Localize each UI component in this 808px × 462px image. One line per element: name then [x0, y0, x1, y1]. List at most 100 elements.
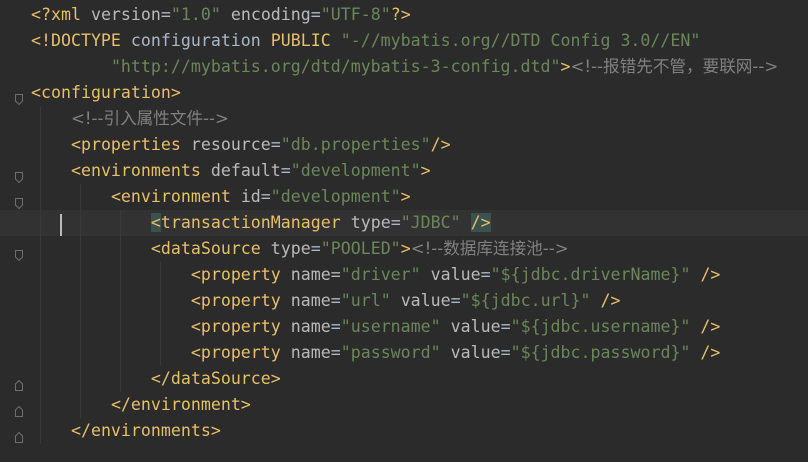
- code-line[interactable]: <properties resource="db.properties"/>: [0, 132, 808, 158]
- code-line[interactable]: </environment>: [0, 392, 808, 418]
- code-token: name: [290, 265, 331, 284]
- code-text[interactable]: <dataSource type="POOLED"><!--数据库连接池-->: [31, 236, 569, 262]
- code-text[interactable]: <environments default="development">: [31, 158, 431, 184]
- code-token: ?>: [390, 5, 411, 24]
- code-text[interactable]: "http://mybatis.org/dtd/mybatis-3-config…: [31, 54, 778, 80]
- code-token: >: [400, 187, 411, 206]
- code-line[interactable]: <property name="username" value="${jdbc.…: [0, 314, 808, 340]
- code-token: "development": [290, 161, 421, 180]
- code-line[interactable]: <!--引入属性文件-->: [0, 106, 808, 132]
- code-line[interactable]: <property name="driver" value="${jdbc.dr…: [0, 262, 808, 288]
- code-line[interactable]: <!DOCTYPE configuration PUBLIC "-//mybat…: [0, 28, 808, 54]
- code-token: "db.properties": [280, 135, 431, 154]
- code-token: >: [400, 239, 411, 258]
- code-token: version: [90, 5, 161, 24]
- code-line[interactable]: <property name="url" value="${jdbc.url}"…: [0, 288, 808, 314]
- indent-guide: [160, 262, 161, 366]
- code-text[interactable]: <property name="driver" value="${jdbc.dr…: [31, 262, 721, 288]
- fold-open-icon[interactable]: [15, 191, 23, 210]
- code-token: configuration: [130, 31, 271, 50]
- code-token: <!--数据库连接池-->: [410, 239, 569, 258]
- code-token: id: [240, 187, 261, 206]
- code-line[interactable]: [0, 444, 808, 462]
- code-token: <!--引入属性文件-->: [70, 109, 229, 128]
- code-line[interactable]: <transactionManager type="JDBC" />: [0, 210, 808, 236]
- code-token: "${jdbc.username}": [510, 317, 691, 336]
- code-text[interactable]: <!DOCTYPE configuration PUBLIC "-//mybat…: [31, 28, 700, 54]
- code-token: PUBLIC: [270, 31, 341, 50]
- indent-guide: [80, 184, 81, 418]
- code-token: resource: [190, 135, 271, 154]
- fold-open-icon[interactable]: [15, 165, 23, 184]
- code-token: />: [470, 213, 491, 232]
- code-token: =: [500, 343, 511, 362]
- fold-open-icon[interactable]: [15, 243, 23, 262]
- code-line[interactable]: <configuration>: [0, 80, 808, 106]
- code-token: "development": [270, 187, 401, 206]
- code-text[interactable]: </environments>: [31, 418, 221, 444]
- code-line[interactable]: <environment id="development">: [0, 184, 808, 210]
- code-token: =: [330, 343, 341, 362]
- code-line[interactable]: <?xml version="1.0" encoding="UTF-8"?>: [0, 2, 808, 28]
- fold-end-icon[interactable]: [15, 425, 23, 443]
- code-line[interactable]: <dataSource type="POOLED"><!--数据库连接池-->: [0, 236, 808, 262]
- code-text[interactable]: </dataSource>: [31, 366, 281, 392]
- code-token: <!DOCTYPE: [31, 31, 131, 50]
- code-text[interactable]: <properties resource="db.properties"/>: [31, 132, 451, 158]
- code-line[interactable]: <property name="password" value="${jdbc.…: [0, 340, 808, 366]
- code-token: <!--报错先不管，要联网-->: [570, 57, 779, 76]
- code-token: =: [160, 5, 171, 24]
- code-token: "1.0": [170, 5, 221, 24]
- fold-end-icon[interactable]: [15, 373, 23, 391]
- fold-end-icon[interactable]: [15, 399, 23, 417]
- code-token: name: [290, 317, 331, 336]
- code-text[interactable]: <?xml version="1.0" encoding="UTF-8"?>: [31, 2, 411, 28]
- code-token: >: [420, 161, 431, 180]
- code-token: <: [150, 213, 161, 232]
- indent-guide: [120, 210, 121, 392]
- code-token: value: [450, 343, 501, 362]
- code-text[interactable]: <configuration>: [31, 80, 181, 106]
- code-token: value: [430, 265, 481, 284]
- code-line[interactable]: </environments>: [0, 418, 808, 444]
- code-line[interactable]: "http://mybatis.org/dtd/mybatis-3-config…: [0, 54, 808, 80]
- code-token: <environment: [110, 187, 241, 206]
- code-text[interactable]: <!--引入属性文件-->: [31, 106, 229, 132]
- code-token: =: [330, 317, 341, 336]
- code-text[interactable]: <property name="username" value="${jdbc.…: [31, 314, 721, 340]
- code-line[interactable]: <environments default="development">: [0, 158, 808, 184]
- code-token: "http://mybatis.org/dtd/mybatis-3-config…: [110, 57, 561, 76]
- code-text[interactable]: <property name="password" value="${jdbc.…: [31, 340, 721, 366]
- code-token: "${jdbc.driverName}": [490, 265, 691, 284]
- text-caret: [60, 214, 62, 236]
- code-token: =: [330, 265, 341, 284]
- code-text[interactable]: <environment id="development">: [31, 184, 411, 210]
- code-token: >: [560, 57, 571, 76]
- code-text[interactable]: <transactionManager type="JDBC" />: [31, 210, 491, 236]
- code-line[interactable]: </dataSource>: [0, 366, 808, 392]
- code-token: <environments: [70, 161, 211, 180]
- fold-open-icon[interactable]: [15, 87, 23, 106]
- code-token: =: [390, 213, 401, 232]
- code-token: />: [600, 291, 621, 310]
- code-token: />: [700, 265, 721, 284]
- code-token: "JDBC": [400, 213, 461, 232]
- code-token: <properties: [70, 135, 191, 154]
- code-token: type: [270, 239, 311, 258]
- code-editor[interactable]: <?xml version="1.0" encoding="UTF-8"?> <!…: [0, 0, 808, 462]
- code-token: value: [400, 291, 451, 310]
- code-text[interactable]: </environment>: [31, 392, 251, 418]
